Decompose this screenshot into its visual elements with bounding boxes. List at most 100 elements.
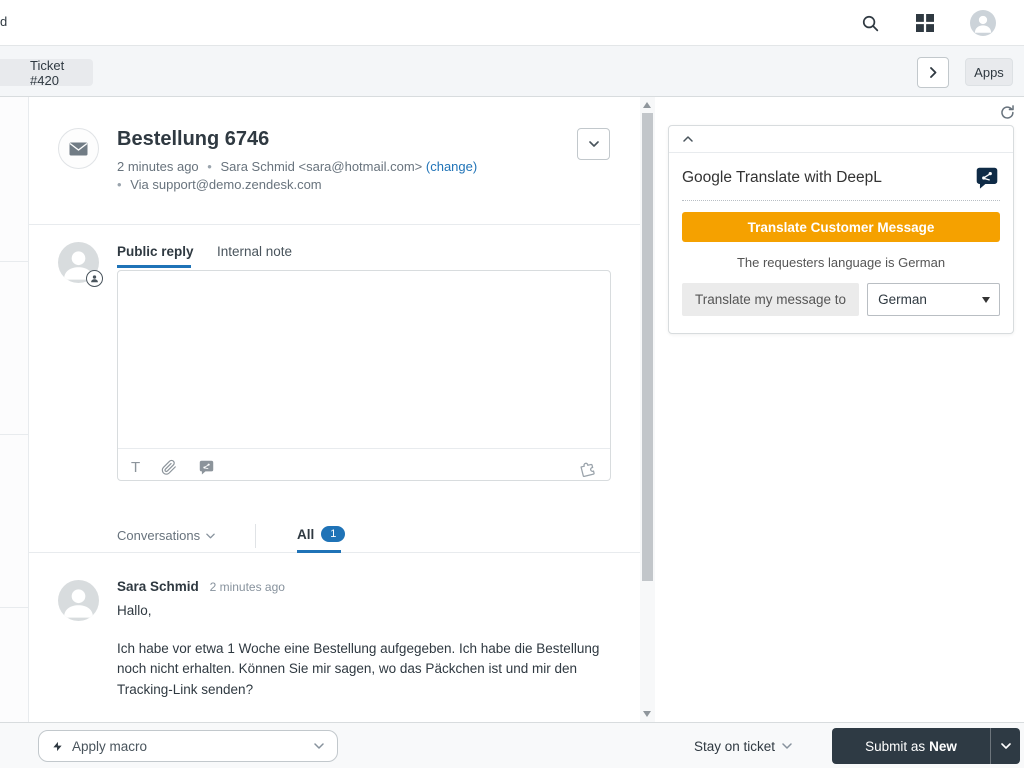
conversations-dropdown[interactable]: Conversations (117, 528, 215, 543)
filter-all-label: All (297, 526, 315, 542)
requester-language-note: The requesters language is German (736, 255, 946, 270)
product-switcher-button[interactable] (916, 14, 934, 32)
stay-on-ticket-label: Stay on ticket (693, 738, 775, 754)
puzzle-piece-icon (578, 458, 597, 477)
apps-side-panel: Google Translate with DeepL Translate Cu… (655, 97, 1024, 722)
tab-public-reply[interactable]: Public reply (117, 244, 194, 259)
app-title: Google Translate with DeepL (682, 169, 882, 186)
deepl-bubble-icon (198, 459, 215, 476)
language-select[interactable]: German (867, 283, 1000, 316)
ticket-meta-line-1: 2 minutes ago • Sara Schmid <sara@hotmai… (117, 159, 477, 174)
paperclip-icon (161, 459, 177, 476)
dotted-divider (682, 200, 1000, 201)
profile-menu-button[interactable] (970, 10, 996, 36)
topbar-actions (861, 0, 996, 46)
language-select-value: German (878, 292, 927, 307)
strip-divider (0, 261, 28, 262)
change-requester-link[interactable]: (change) (426, 159, 477, 174)
search-button[interactable] (861, 14, 880, 33)
search-icon (861, 14, 880, 33)
strip-divider (0, 434, 28, 435)
conversations-dropdown-label: Conversations (117, 528, 201, 543)
ticket-tab[interactable]: Ticket #420 (0, 57, 93, 88)
conversation-message: Sara Schmid 2 minutes ago Hallo, Ich hab… (29, 553, 640, 722)
message-timestamp: 2 minutes ago (209, 580, 285, 594)
message-body: Ich habe vor etwa 1 Woche eine Bestellun… (117, 641, 600, 697)
text-format-button[interactable]: T (131, 459, 140, 476)
main-scrollbar[interactable] (640, 97, 655, 722)
apps-button-label: Apps (974, 64, 1004, 80)
deepl-logo-icon (974, 165, 1000, 191)
ticket-meta-line-2: • Via support@demo.zendesk.com (117, 177, 322, 192)
reply-textarea[interactable] (118, 271, 610, 443)
requester-email: Sara Schmid <sara@hotmail.com> (220, 159, 423, 174)
message-author: Sara Schmid (117, 579, 199, 594)
filter-all-tab[interactable]: All 1 (297, 526, 346, 542)
strip-divider (0, 607, 28, 608)
ticket-main-column: Bestellung 6746 2 minutes ago • Sara Sch… (29, 97, 640, 722)
chevron-right-icon (929, 67, 937, 78)
chevron-down-icon (782, 743, 792, 749)
text-format-icon: T (131, 458, 141, 476)
reply-composer: Public reply Internal note T (29, 225, 640, 520)
envelope-icon (69, 142, 88, 156)
top-navigation-bar: d (0, 0, 1024, 46)
ticket-tab-label: Ticket #420 (30, 57, 65, 88)
next-tab-button[interactable] (917, 57, 949, 88)
submit-status-value: New (929, 738, 957, 754)
vertical-divider (255, 524, 256, 548)
submit-options-button[interactable] (991, 728, 1020, 764)
tab-internal-note[interactable]: Internal note (217, 244, 292, 259)
refresh-apps-button[interactable] (999, 104, 1016, 121)
scrollbar-down-arrow[interactable] (643, 711, 651, 717)
lightning-bolt-icon (52, 739, 63, 754)
translate-controls: Translate my message to German (682, 283, 1000, 316)
scrollbar-thumb[interactable] (642, 113, 653, 581)
conversations-filter-bar: Conversations All 1 (29, 520, 640, 553)
translate-app-button[interactable] (198, 459, 215, 476)
scrollbar-up-arrow[interactable] (643, 102, 651, 108)
composer-box: T (117, 270, 611, 481)
translate-my-message-button[interactable]: Translate my message to (682, 283, 860, 316)
composer-apps-button[interactable] (578, 458, 597, 477)
message-greeting: Hallo, (117, 603, 152, 618)
grid-icon (916, 14, 934, 32)
ticket-timestamp: 2 minutes ago (117, 159, 199, 174)
truncated-brand-text: d (0, 14, 8, 29)
composer-toolbar: T (118, 448, 610, 485)
submit-button-group: Submit as New (832, 728, 1020, 764)
chevron-down-icon (206, 533, 215, 539)
attach-file-button[interactable] (161, 459, 177, 476)
zendesk-agent-workspace: d Ticket #420 Apps Bestellung 6746 2 min… (0, 0, 1024, 768)
via-channel-text: Via support@demo.zendesk.com (130, 177, 322, 192)
ticket-tab-bar: Ticket #420 Apps (0, 46, 1024, 97)
chevron-up-icon (683, 136, 693, 142)
translate-app-card: Google Translate with DeepL Translate Cu… (668, 125, 1014, 334)
end-user-badge-icon (86, 270, 103, 287)
apply-macro-combobox[interactable]: Apply macro (38, 730, 338, 762)
chevron-down-icon (1000, 743, 1011, 749)
content-area: Bestellung 6746 2 minutes ago • Sara Sch… (0, 97, 1024, 722)
apply-macro-label: Apply macro (72, 738, 148, 754)
stay-on-ticket-dropdown[interactable]: Stay on ticket (694, 723, 792, 769)
chevron-down-icon (314, 743, 324, 749)
ticket-footer-bar: Apply macro Stay on ticket Submit as New (0, 722, 1024, 768)
submit-as-new-button[interactable]: Submit as New (832, 728, 990, 764)
select-arrow-icon (982, 297, 990, 303)
refresh-icon (999, 104, 1016, 121)
ticket-header: Bestellung 6746 2 minutes ago • Sara Sch… (29, 97, 640, 225)
active-tab-underline (117, 265, 191, 268)
ticket-header-options-button[interactable] (577, 128, 610, 160)
apps-button[interactable]: Apps (965, 58, 1013, 86)
channel-avatar (58, 128, 99, 169)
customer-avatar (58, 580, 99, 621)
translate-customer-message-button[interactable]: Translate Customer Message (682, 212, 1000, 242)
conversation-count-badge: 1 (321, 526, 346, 542)
submit-label-prefix: Submit as (865, 738, 926, 754)
message-header: Sara Schmid 2 minutes ago (117, 579, 285, 594)
app-title-row: Google Translate with DeepL (669, 153, 1013, 200)
user-avatar-icon (970, 10, 996, 36)
meta-separator: • (207, 159, 212, 174)
collapse-app-row[interactable] (669, 126, 1013, 153)
collapsed-ticket-properties-strip[interactable] (0, 97, 29, 722)
